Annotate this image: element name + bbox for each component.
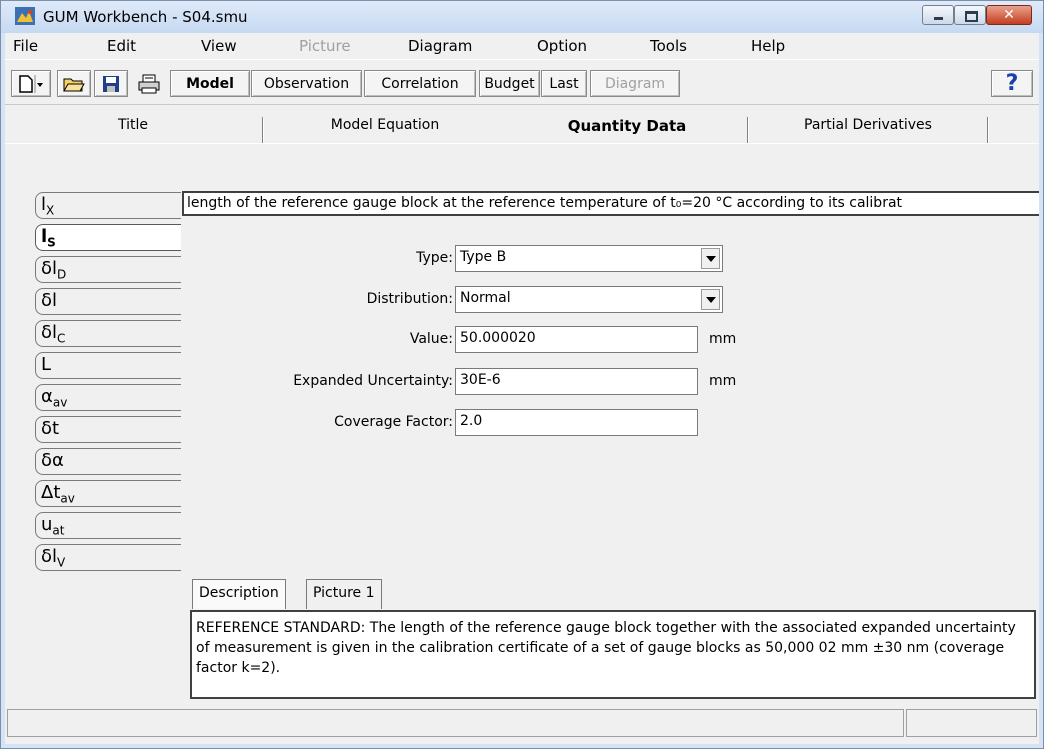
description-textarea[interactable]: REFERENCE STANDARD: The length of the re… xyxy=(190,610,1036,699)
window-title: GUM Workbench - S04.smu xyxy=(43,8,248,26)
diagram-button[interactable]: Diagram xyxy=(590,70,680,97)
quantity-tab[interactable]: L xyxy=(35,352,181,379)
coverage-factor-input[interactable]: 2.0 xyxy=(455,409,698,436)
close-icon: ✕ xyxy=(1003,7,1015,23)
chevron-down-icon[interactable] xyxy=(701,248,720,269)
menu-edit[interactable]: Edit xyxy=(107,37,136,55)
tab-separator xyxy=(987,117,988,143)
tab-quantity-data[interactable]: Quantity Data xyxy=(507,117,747,143)
distribution-value: Normal xyxy=(460,290,511,306)
quantity-tab[interactable]: δl xyxy=(35,288,181,315)
tab-bar: Title Model Equation Quantity Data Parti… xyxy=(5,105,1039,143)
observation-button[interactable]: Observation xyxy=(251,70,362,97)
quantity-tab[interactable]: Δtav xyxy=(35,480,181,507)
distribution-label: Distribution: xyxy=(366,291,453,307)
maximize-button[interactable] xyxy=(954,5,986,25)
status-bar xyxy=(5,701,1039,744)
tab-title[interactable]: Title xyxy=(5,117,261,143)
type-value: Type B xyxy=(460,249,507,265)
model-button[interactable]: Model xyxy=(170,70,250,97)
subtab-picture[interactable]: Picture 1 xyxy=(306,579,382,609)
subtab-description-label: Description xyxy=(199,585,279,601)
value-unit: mm xyxy=(709,331,737,347)
value-input[interactable]: 50.000020 xyxy=(455,326,698,353)
new-file-button[interactable] xyxy=(11,70,51,97)
status-panel-main xyxy=(7,709,904,737)
client-area: File Edit View Picture Diagram Option To… xyxy=(5,33,1039,744)
folder-open-icon xyxy=(63,78,85,91)
app-window: GUM Workbench - S04.smu ✕ File Edit View… xyxy=(0,0,1044,749)
subtab-description[interactable]: Description xyxy=(192,579,286,609)
quantity-tab[interactable]: αav xyxy=(35,384,181,411)
menu-picture[interactable]: Picture xyxy=(299,37,351,55)
status-panel-secondary xyxy=(906,709,1037,737)
quantity-tab[interactable]: δt xyxy=(35,416,181,443)
distribution-select[interactable]: Normal xyxy=(455,286,723,313)
menu-bar: File Edit View Picture Diagram Option To… xyxy=(5,33,1039,59)
type-label: Type: xyxy=(416,250,453,266)
printer-icon xyxy=(138,74,160,93)
quantity-tab[interactable]: δlC xyxy=(35,320,181,347)
budget-button[interactable]: Budget xyxy=(479,70,540,97)
menu-file[interactable]: File xyxy=(13,37,38,55)
tab-model-equation[interactable]: Model Equation xyxy=(263,117,507,143)
expanded-uncertainty-label: Expanded Uncertainty: xyxy=(293,373,453,389)
chevron-down-icon[interactable] xyxy=(701,289,720,310)
expanded-uncertainty-input[interactable]: 30E-6 xyxy=(455,368,698,395)
menu-view[interactable]: View xyxy=(201,37,237,55)
close-button[interactable]: ✕ xyxy=(986,5,1032,25)
quantity-tab[interactable]: uat xyxy=(35,512,181,539)
print-button[interactable] xyxy=(132,70,166,97)
minimize-button[interactable] xyxy=(922,5,954,25)
quantity-tab[interactable]: δlV xyxy=(35,544,181,571)
value-label: Value: xyxy=(409,331,453,347)
new-file-icon xyxy=(19,74,43,93)
tab-partial-derivatives[interactable]: Partial Derivatives xyxy=(748,117,988,143)
save-button[interactable] xyxy=(94,70,128,97)
uncertainty-unit: mm xyxy=(709,373,737,389)
menu-tools[interactable]: Tools xyxy=(650,37,687,55)
type-select[interactable]: Type B xyxy=(455,245,723,272)
quantity-data-panel: lX lS δlD δl δlC Lαav δt δα Δtav uat δlV length of… xyxy=(5,143,1039,702)
floppy-disk-icon xyxy=(103,75,119,92)
app-icon xyxy=(15,7,35,25)
quantity-description-field[interactable]: length of the reference gauge block at t… xyxy=(182,191,1039,216)
toolbar: Model Observation Correlation Budget Las… xyxy=(5,59,1039,105)
help-icon[interactable]: ? xyxy=(991,70,1033,97)
menu-help[interactable]: Help xyxy=(751,37,785,55)
quantity-tab[interactable]: δα xyxy=(35,448,181,475)
last-button[interactable]: Last xyxy=(541,70,587,97)
menu-option[interactable]: Option xyxy=(537,37,587,55)
title-bar[interactable]: GUM Workbench - S04.smu ✕ xyxy=(1,1,1043,33)
coverage-factor-label: Coverage Factor: xyxy=(334,414,453,430)
quantity-tab[interactable]: δlD xyxy=(35,256,181,283)
quantity-tab[interactable]: lS xyxy=(35,224,181,251)
subtab-picture-label: Picture 1 xyxy=(313,585,375,601)
menu-diagram[interactable]: Diagram xyxy=(408,37,472,55)
quantity-tab[interactable]: lX xyxy=(35,192,181,219)
correlation-button[interactable]: Correlation xyxy=(364,70,476,97)
open-file-button[interactable] xyxy=(57,70,91,97)
